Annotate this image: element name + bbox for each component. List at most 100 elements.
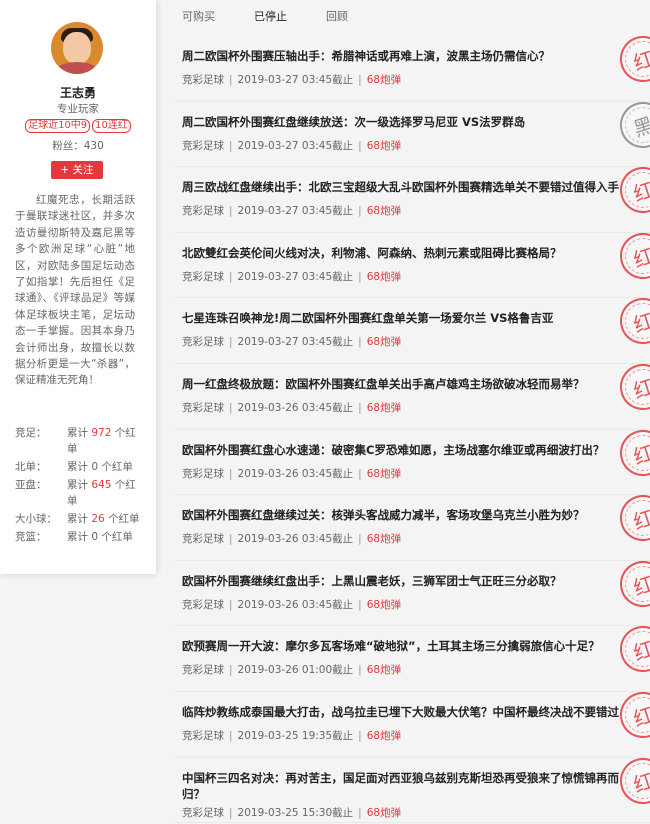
user-bio: 红魔死忠，长期活跃于曼联球迷社区，并多次造访曼彻斯特及嘉尼黑等多个欧洲足球“心脏… [15, 194, 135, 387]
article-title[interactable]: 周二欧国杯外围赛红盘继续放送：次一级选择罗马尼亚 VS法罗群岛 [182, 114, 622, 130]
article-title[interactable]: 七星连珠召唤神龙!周二欧国杯外围赛红盘单关第一场爱尔兰 VS格鲁吉亚 [182, 310, 622, 326]
divider: | [358, 598, 362, 611]
result-stamp-icon: 红 [614, 757, 650, 810]
list-item[interactable]: 临阵炒教练成泰国最大打击，战乌拉圭已埋下大败最大伏笔？中国杯最终决战不要错过 竞彩… [174, 691, 650, 758]
divider: | [358, 664, 362, 677]
article-meta: 竞彩足球 | 2019-03-27 03:45截止 | 68炮弹 [182, 72, 401, 87]
article-deadline: 2019-03-25 15:30截止 [237, 806, 354, 819]
tab-review[interactable]: 回顾 [326, 8, 398, 26]
divider: | [229, 270, 233, 283]
article-meta: 竞彩足球 | 2019-03-27 03:45截止 | 68炮弹 [182, 334, 401, 349]
divider: | [229, 139, 233, 152]
article-price: 68炮弹 [366, 205, 402, 218]
stat-count: 0 [91, 461, 99, 473]
divider: | [358, 270, 362, 283]
article-price: 68炮弹 [366, 401, 402, 414]
stat-row: 竞足： 累计 972 个红单 [15, 427, 136, 455]
stat-count: 645 [91, 479, 112, 491]
stat-label: 亚盘： [15, 479, 47, 491]
article-price: 68炮弹 [366, 74, 402, 86]
list-item[interactable]: 周三欧战红盘继续出手：北欧三宝超级大乱斗欧国杯外围赛精选单关不要错过值得入手 竞彩… [174, 167, 650, 233]
article-price: 68炮弹 [366, 806, 402, 819]
tab-stopped[interactable]: 已停止 [254, 8, 326, 26]
profile-sidebar: 王志勇 专业玩家 足球近10中9 10连红 粉丝：430 + 关注 红魔死忠，长… [0, 0, 156, 574]
article-deadline: 2019-03-27 03:45截止 [237, 270, 354, 283]
divider: | [229, 336, 233, 349]
article-meta: 竞彩足球 | 2019-03-27 03:45截止 | 68炮弹 [182, 138, 401, 153]
article-price: 68炮弹 [366, 598, 402, 611]
article-title[interactable]: 中国杯三四名对决：再对苦主，国足面对西亚狼乌兹别克斯坦恐再受狼来了惊慌锦再而归？ [182, 770, 634, 802]
fans-count: 粉丝：430 [52, 140, 104, 152]
article-category: 竞彩足球 [182, 401, 224, 414]
article-title[interactable]: 欧预赛周一开大波：摩尔多瓦客场难“破地狱”，土耳其主场三分擒弱旅信心十足？ [182, 638, 622, 654]
stat-row: 大小球： 累计 26 个红单 [15, 513, 140, 525]
article-price: 68炮弹 [366, 270, 402, 283]
article-deadline: 2019-03-26 03:45截止 [237, 467, 354, 480]
divider: | [358, 205, 362, 218]
article-title[interactable]: 周一红盘终极放题：欧国杯外围赛红盘单关出手高卢雄鸡主场欲破冰轻而易举？ [182, 376, 622, 392]
article-category: 竞彩足球 [182, 598, 224, 611]
article-deadline: 2019-03-27 03:45截止 [237, 205, 354, 218]
article-title[interactable]: 周二欧国杯外围赛压轴出手：希腊神话或再难上演，波黑主场仍需信心？ [182, 48, 622, 64]
list-item[interactable]: 中国杯三四名对决：再对苦主，国足面对西亚狼乌兹别克斯坦恐再受狼来了惊慌锦再而归？… [174, 757, 650, 824]
list-item[interactable]: 欧国杯外围赛红盘继续过关：核弹头客战威力减半，客场攻堡乌克兰小胜为妙？ 竞彩足球 |… [174, 495, 650, 561]
article-title[interactable]: 北欧雙红会英伦间火线对决，利物浦、阿森纳、热刺元素或阻碍比赛格局？ [182, 245, 622, 261]
badge-row: 足球近10中9 10连红 [0, 119, 156, 133]
article-meta: 竞彩足球 | 2019-03-25 15:30截止 | 68炮弹 [182, 805, 401, 820]
article-price: 68炮弹 [366, 664, 402, 677]
divider: | [229, 729, 233, 742]
divider: | [229, 205, 233, 218]
record-badge: 足球近10中9 [25, 119, 91, 133]
article-meta: 竞彩足球 | 2019-03-26 01:00截止 | 68炮弹 [182, 662, 401, 677]
article-category: 竞彩足球 [182, 205, 224, 218]
article-category: 竞彩足球 [182, 270, 224, 283]
article-category: 竞彩足球 [182, 806, 224, 819]
article-title[interactable]: 周三欧战红盘继续出手：北欧三宝超级大乱斗欧国杯外围赛精选单关不要错过值得入手 [182, 179, 622, 195]
divider: | [229, 401, 233, 414]
article-price: 68炮弹 [366, 467, 402, 480]
divider: | [229, 533, 233, 546]
stat-label: 大小球： [15, 513, 57, 525]
article-category: 竞彩足球 [182, 139, 224, 152]
tab-purchasable[interactable]: 可购买 [182, 8, 254, 26]
result-stamp-icon: 红 [614, 298, 650, 351]
article-title[interactable]: 欧国杯外围赛红盘心水速递：破密集C罗恐难如愿，主场战塞尔维亚或再细波打出？ [182, 442, 622, 458]
article-meta: 竞彩足球 | 2019-03-26 03:45截止 | 68炮弹 [182, 400, 401, 415]
article-deadline: 2019-03-26 03:45截止 [237, 598, 354, 611]
stat-count: 26 [91, 513, 105, 525]
article-price: 68炮弹 [366, 729, 402, 742]
article-category: 竞彩足球 [182, 664, 224, 677]
article-title[interactable]: 欧国杯外围赛红盘继续过关：核弹头客战威力减半，客场攻堡乌克兰小胜为妙？ [182, 507, 622, 523]
divider: | [229, 74, 233, 86]
divider: | [229, 664, 233, 677]
result-stamp-icon: 红 [614, 363, 650, 416]
list-item[interactable]: 周一红盘终极放题：欧国杯外围赛红盘单关出手高卢雄鸡主场欲破冰轻而易举？ 竞彩足球 |… [174, 363, 650, 430]
article-deadline: 2019-03-26 01:00截止 [237, 664, 354, 677]
stat-label: 竞篮： [15, 531, 47, 543]
avatar[interactable] [51, 22, 103, 74]
list-item[interactable]: 七星连珠召唤神龙!周二欧国杯外围赛红盘单关第一场爱尔兰 VS格鲁吉亚 竞彩足球 | 2… [174, 298, 650, 364]
divider: | [229, 467, 233, 480]
user-name: 王志勇 [59, 86, 96, 100]
list-item[interactable]: 欧国杯外围赛继续红盘出手：上黑山震老妖，三狮军团士气正旺三分必取？ 竞彩足球 | 20… [174, 560, 650, 627]
list-item[interactable]: 欧国杯外围赛红盘心水速递：破密集C罗恐难如愿，主场战塞尔维亚或再细波打出？ 竞彩足… [174, 429, 650, 496]
result-stamp-icon: 红 [614, 167, 650, 220]
article-title[interactable]: 欧国杯外围赛继续红盘出手：上黑山震老妖，三狮军团士气正旺三分必取？ [182, 573, 622, 589]
stat-label: 竞足： [15, 427, 47, 439]
list-item[interactable]: 周二欧国杯外围赛红盘继续放送：次一级选择罗马尼亚 VS法罗群岛 竞彩足球 | 2019… [174, 101, 650, 168]
divider: | [358, 401, 362, 414]
article-title[interactable]: 临阵炒教练成泰国最大打击，战乌拉圭已埋下大败最大伏笔？中国杯最终决战不要错过 [182, 704, 622, 720]
article-meta: 竞彩足球 | 2019-03-27 03:45截止 | 68炮弹 [182, 203, 401, 218]
article-deadline: 2019-03-27 03:45截止 [237, 139, 354, 152]
result-stamp-icon: 红 [614, 232, 650, 285]
result-stamp-icon: 红 [614, 429, 650, 482]
article-price: 68炮弹 [366, 336, 402, 349]
list-item[interactable]: 周二欧国杯外围赛压轴出手：希腊神话或再难上演，波黑主场仍需信心？ 竞彩足球 | 201… [174, 36, 650, 102]
follow-button[interactable]: + 关注 [51, 161, 103, 179]
list-item[interactable]: 欧预赛周一开大波：摩尔多瓦客场难“破地狱”，土耳其主场三分擒弱旅信心十足？ 竞彩足… [174, 626, 650, 692]
article-meta: 竞彩足球 | 2019-03-25 19:35截止 | 68炮弹 [182, 728, 401, 743]
list-item[interactable]: 北欧雙红会英伦间火线对决，利物浦、阿森纳、热刺元素或阻碍比赛格局？ 竞彩足球 | 20… [174, 232, 650, 299]
result-stamp-icon: 红 [614, 626, 650, 679]
article-category: 竞彩足球 [182, 74, 224, 86]
article-deadline: 2019-03-27 03:45截止 [237, 74, 354, 86]
